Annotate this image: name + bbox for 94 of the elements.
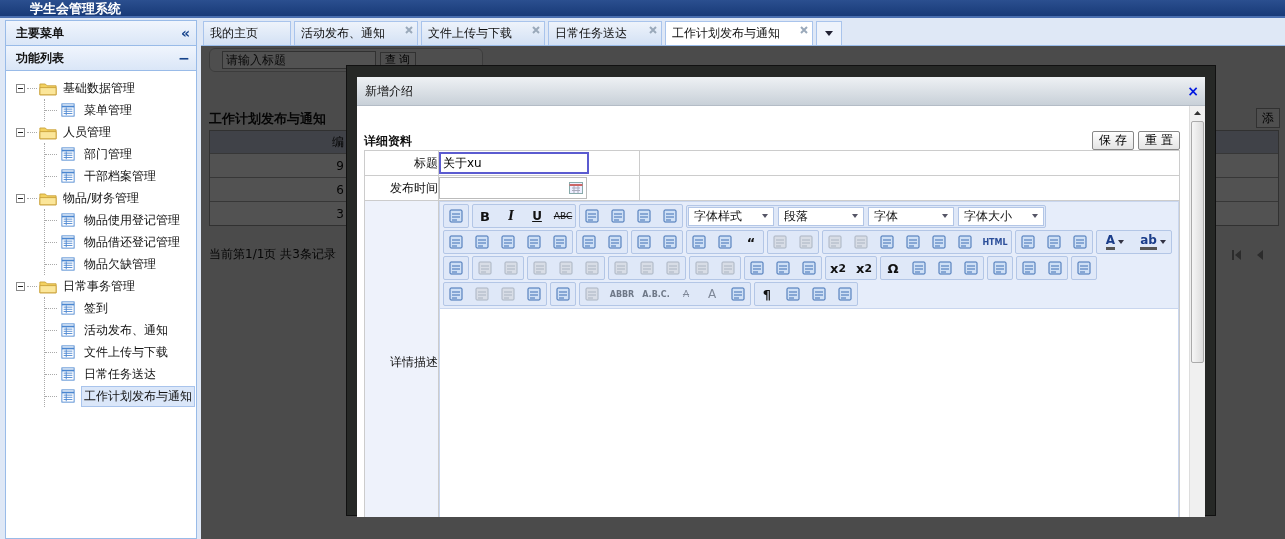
editor-text-area[interactable] — [440, 309, 1178, 517]
first-page-icon[interactable] — [1232, 248, 1242, 261]
table-icon — [61, 103, 75, 117]
panel-title: 主要菜单 — [16, 24, 64, 42]
tree-toggle-icon[interactable] — [16, 281, 25, 291]
scrollbar[interactable] — [1189, 106, 1205, 517]
table-icon — [61, 213, 75, 227]
field-label: 发布时间 — [390, 179, 438, 197]
table-cell-text: 9 — [335, 158, 344, 173]
field-label: 标题 — [414, 154, 438, 172]
format-dropdown[interactable]: 段落 — [778, 206, 864, 226]
format-dropdown[interactable]: 字体 — [868, 206, 954, 226]
tab[interactable]: 工作计划发布与通知 — [665, 21, 813, 45]
section-toggle-button[interactable]: − — [178, 50, 190, 66]
table-icon — [61, 389, 75, 403]
format-dropdown[interactable]: 字体大小 — [958, 206, 1044, 226]
tree-item[interactable]: 物品/财务管理 — [60, 187, 143, 209]
title-input[interactable]: 关于xu — [439, 152, 589, 174]
tree-item[interactable]: 日常任务送达 — [81, 363, 159, 385]
caret-icon — [852, 214, 858, 218]
color-button[interactable]: ab — [1136, 231, 1170, 253]
toolbar-button[interactable]: I — [500, 205, 522, 227]
folder-icon — [39, 124, 57, 140]
caret-icon — [762, 214, 768, 218]
toolbar-button[interactable]: B — [474, 205, 496, 227]
tree-item[interactable]: 菜单管理 — [81, 99, 135, 121]
tree-item[interactable]: 文件上传与下载 — [81, 341, 171, 363]
section-title: 详细资料 — [364, 133, 412, 150]
tree-item[interactable]: 基础数据管理 — [60, 77, 138, 99]
table-icon — [61, 147, 75, 161]
previous-page-icon[interactable] — [1256, 248, 1264, 261]
caret-icon — [1159, 240, 1166, 244]
tree-item[interactable]: 签到 — [81, 297, 111, 319]
tree-item[interactable]: 干部档案管理 — [81, 165, 159, 187]
tree-item[interactable]: 物品借还登记管理 — [81, 231, 183, 253]
tab[interactable]: 我的主页 — [203, 21, 291, 45]
tree-item[interactable]: 物品使用登记管理 — [81, 209, 183, 231]
table-icon — [61, 367, 75, 381]
table-cell-text: 6 — [335, 182, 344, 197]
tree-item[interactable]: 活动发布、通知 — [81, 319, 171, 341]
tree-item[interactable]: 日常事务管理 — [60, 275, 138, 297]
tab-menu-button[interactable] — [816, 21, 842, 45]
table-icon — [61, 301, 75, 315]
tree-toggle-icon[interactable] — [16, 193, 25, 203]
form-button[interactable]: 重 置 — [1138, 131, 1180, 150]
caret-icon — [942, 214, 948, 218]
caret-icon — [825, 31, 833, 36]
folder-icon — [39, 278, 57, 294]
column-header: 编 — [331, 133, 344, 151]
close-icon[interactable] — [800, 26, 808, 34]
scroll-up-icon[interactable] — [1194, 111, 1201, 115]
close-button[interactable]: × — [1187, 83, 1199, 99]
close-icon[interactable] — [532, 26, 540, 34]
tree-item[interactable]: 工作计划发布与通知 — [81, 385, 195, 407]
close-icon[interactable] — [405, 26, 413, 34]
toolbar-button[interactable]: HTML — [980, 231, 1010, 253]
close-icon[interactable] — [649, 26, 657, 34]
section-title: 功能列表 — [16, 49, 64, 67]
search-field[interactable]: 请输入标题 — [222, 51, 376, 69]
tree-item[interactable]: 部门管理 — [81, 143, 135, 165]
toolbar-button[interactable]: U — [526, 205, 548, 227]
folder-icon — [39, 190, 57, 206]
table-icon — [61, 323, 75, 337]
dialog-title: 新增介绍 — [365, 82, 413, 100]
table-icon — [61, 257, 75, 271]
tree-toggle-icon[interactable] — [16, 127, 25, 137]
page-title: 工作计划发布与通知 — [209, 110, 326, 128]
tree-toggle-icon[interactable] — [16, 83, 25, 93]
table-icon — [61, 169, 75, 183]
toolbar-button[interactable]: Ω — [882, 257, 904, 279]
toolbar-button[interactable]: “ — [740, 231, 762, 253]
tab[interactable]: 文件上传与下载 — [421, 21, 545, 45]
table-cell-text: 3 — [335, 206, 344, 221]
table-icon — [61, 345, 75, 359]
scrollbar-thumb[interactable] — [1191, 121, 1204, 363]
folder-icon — [39, 80, 57, 96]
caret-icon — [1032, 214, 1038, 218]
color-button[interactable]: A — [1098, 231, 1132, 253]
caret-icon — [1118, 240, 1125, 244]
form-button[interactable]: 保 存 — [1092, 131, 1135, 150]
field-label: 详情描述 — [390, 353, 438, 371]
tree-item[interactable]: 人员管理 — [60, 121, 114, 143]
table-icon — [61, 235, 75, 249]
toolbar-button[interactable]: ¶ — [756, 283, 778, 305]
collapse-button[interactable]: « — [180, 25, 190, 41]
tab[interactable]: 日常任务送达 — [548, 21, 662, 45]
pager-text: 当前第1/1页 共3条记录 — [209, 246, 336, 263]
app-title: 学生会管理系统 — [30, 0, 121, 16]
calendar-icon[interactable] — [569, 182, 583, 194]
tree-item[interactable]: 物品欠缺管理 — [81, 253, 159, 275]
date-input[interactable] — [439, 177, 587, 199]
tab[interactable]: 活动发布、通知 — [294, 21, 418, 45]
toolbar-button[interactable]: ABC — [552, 205, 574, 227]
format-dropdown[interactable]: 字体样式 — [688, 206, 774, 226]
